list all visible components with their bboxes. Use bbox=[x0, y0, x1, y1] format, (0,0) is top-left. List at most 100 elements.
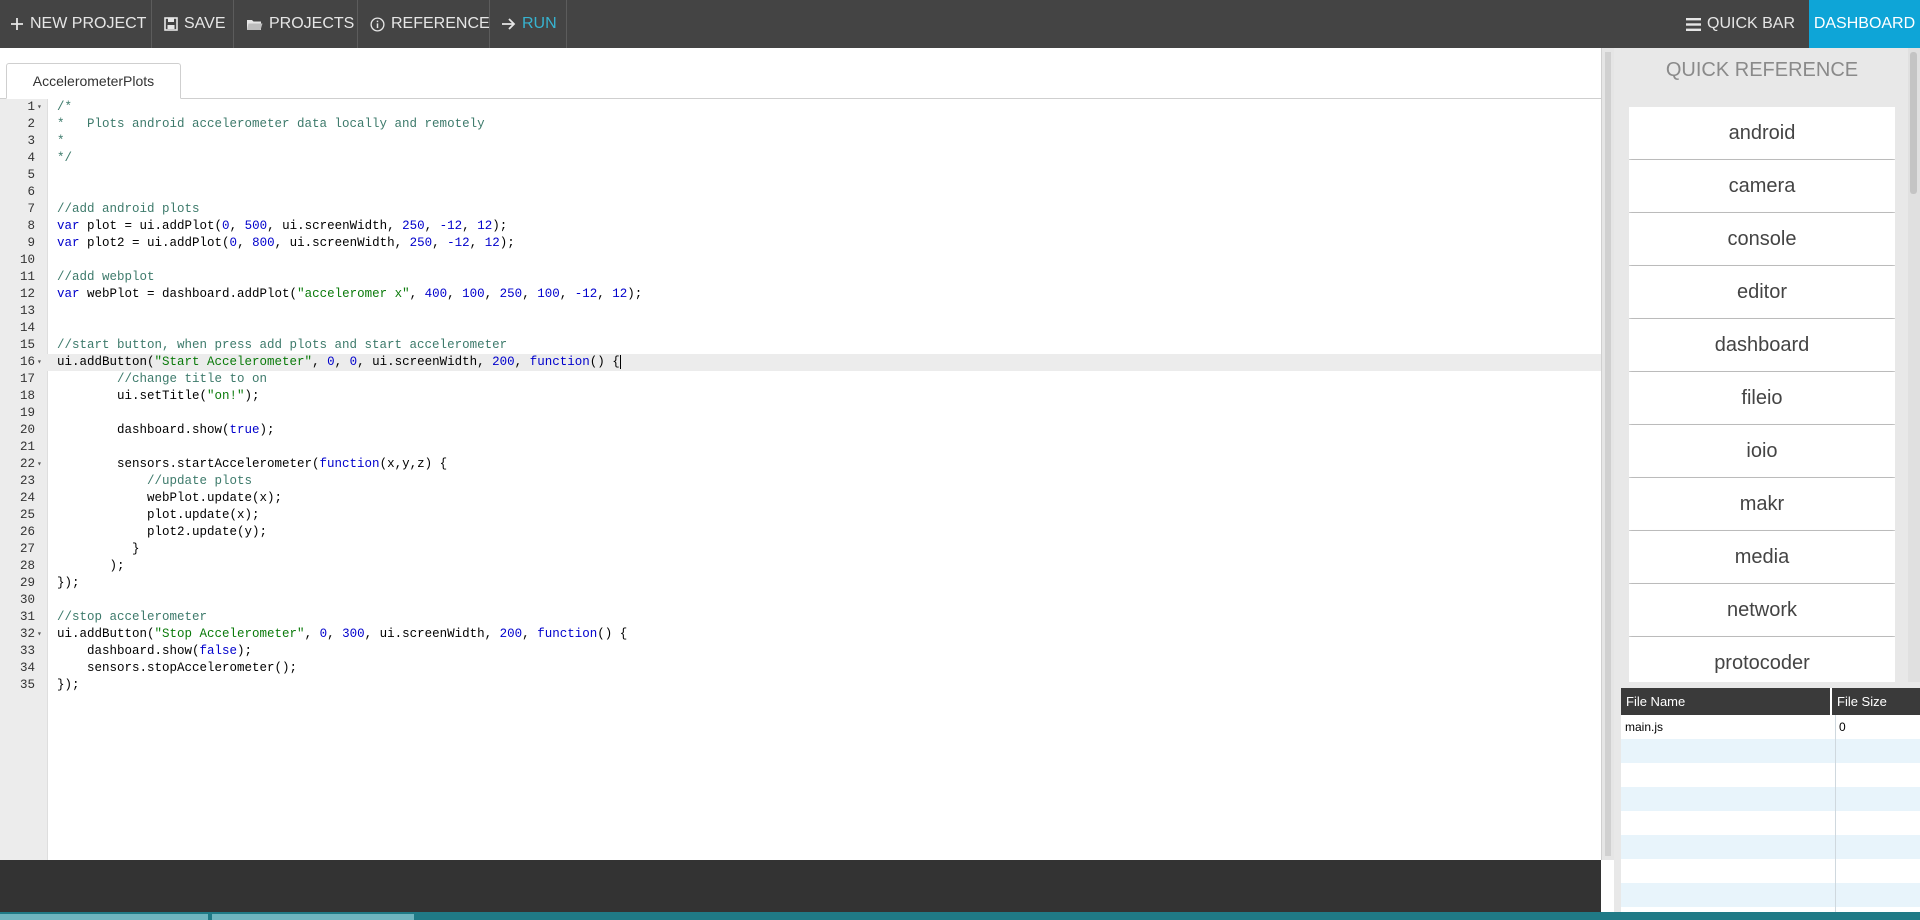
line-number: 17 bbox=[19, 372, 35, 386]
code-line[interactable]: 29}); bbox=[0, 575, 1601, 592]
taskbar-item[interactable] bbox=[212, 914, 414, 920]
line-number: 10 bbox=[19, 253, 35, 267]
reference-item-fileio[interactable]: fileio bbox=[1629, 372, 1895, 424]
code-text: //start button, when press add plots and… bbox=[57, 338, 508, 352]
line-number: 3 bbox=[27, 134, 35, 148]
code-line[interactable]: 19 bbox=[0, 405, 1601, 422]
code-line[interactable]: 1 ▾ /* bbox=[0, 99, 1601, 116]
reference-item-media[interactable]: media bbox=[1629, 531, 1895, 583]
code-line[interactable]: 30 bbox=[0, 592, 1601, 609]
code-line[interactable]: 32 ▾ ui.addButton("Stop Accelerometer", 0,… bbox=[0, 626, 1601, 643]
projects-button[interactable]: PROJECTS bbox=[246, 0, 354, 48]
code-line[interactable]: 7 //add android plots bbox=[0, 201, 1601, 218]
code-line[interactable]: 10 bbox=[0, 252, 1601, 269]
line-number: 29 bbox=[19, 576, 35, 590]
code-line[interactable]: 26 plot2.update(y); bbox=[0, 524, 1601, 541]
code-line[interactable]: 34 sensors.stopAccelerometer(); bbox=[0, 660, 1601, 677]
save-button[interactable]: SAVE bbox=[164, 0, 226, 48]
new-project-button[interactable]: NEW PROJECT bbox=[10, 0, 146, 48]
toolbar-divider bbox=[489, 0, 490, 48]
reference-item-editor[interactable]: editor bbox=[1629, 266, 1895, 318]
reference-item-ioio[interactable]: ioio bbox=[1629, 425, 1895, 477]
code-line[interactable]: 9 var plot2 = ui.addPlot(0, 800, ui.scree… bbox=[0, 235, 1601, 252]
file-table-header: File Name File Size bbox=[1621, 688, 1920, 715]
code-line[interactable]: 3 * bbox=[0, 133, 1601, 150]
code-line[interactable]: 12 var webPlot = dashboard.addPlot("accel… bbox=[0, 286, 1601, 303]
table-row bbox=[1621, 739, 1920, 763]
code-line[interactable]: 21 bbox=[0, 439, 1601, 456]
code-line[interactable]: 22 ▾ sensors.startAccelerometer(function(… bbox=[0, 456, 1601, 473]
code-line[interactable]: 5 bbox=[0, 167, 1601, 184]
table-row[interactable]: main.js 0 bbox=[1621, 715, 1920, 739]
fold-toggle-icon[interactable]: ▾ bbox=[37, 456, 42, 473]
editor-scrollbar-thumb[interactable] bbox=[1605, 52, 1611, 856]
code-line[interactable]: 4 */ bbox=[0, 150, 1601, 167]
quick-reference-scrollbar-thumb[interactable] bbox=[1910, 52, 1917, 194]
code-line[interactable]: 2 * Plots android accelerometer data loca… bbox=[0, 116, 1601, 133]
hamburger-menu-icon bbox=[1686, 17, 1701, 31]
line-number: 27 bbox=[19, 542, 35, 556]
code-line[interactable]: 16 ▾ ui.addButton("Start Accelerometer", 0… bbox=[0, 354, 1601, 371]
reference-button[interactable]: REFERENCE bbox=[370, 0, 490, 48]
code-line[interactable]: 18 ui.setTitle("on!"); bbox=[0, 388, 1601, 405]
code-lines[interactable]: 1 ▾/* 2 * Plots android accelerometer data … bbox=[0, 99, 1601, 694]
code-line[interactable]: 6 bbox=[0, 184, 1601, 201]
run-button[interactable]: RUN bbox=[501, 0, 557, 48]
line-number: 7 bbox=[27, 202, 35, 216]
code-line[interactable]: 24 webPlot.update(x); bbox=[0, 490, 1601, 507]
code-line[interactable]: 11 //add webplot bbox=[0, 269, 1601, 286]
taskbar-item[interactable] bbox=[0, 914, 208, 920]
reference-item-protocoder[interactable]: protocoder bbox=[1629, 637, 1895, 682]
code-line[interactable]: 20 dashboard.show(true); bbox=[0, 422, 1601, 439]
file-name-column-header[interactable]: File Name bbox=[1626, 688, 1685, 715]
line-number: 4 bbox=[27, 151, 35, 165]
fold-toggle-icon[interactable]: ▾ bbox=[37, 99, 42, 116]
line-number: 2 bbox=[27, 117, 35, 131]
reference-item-network[interactable]: network bbox=[1629, 584, 1895, 636]
quick-bar-button[interactable]: QUICK BAR bbox=[1686, 0, 1795, 48]
code-line[interactable]: 35}); bbox=[0, 677, 1601, 694]
code-line[interactable]: 31 //stop accelerometer bbox=[0, 609, 1601, 626]
code-line[interactable]: 8 var plot = ui.addPlot(0, 500, ui.screen… bbox=[0, 218, 1601, 235]
file-tab[interactable]: AccelerometerPlots bbox=[6, 63, 181, 99]
fold-toggle-icon[interactable]: ▾ bbox=[37, 354, 42, 371]
line-number: 34 bbox=[19, 661, 35, 675]
code-line[interactable]: 23 //update plots bbox=[0, 473, 1601, 490]
reference-item-camera[interactable]: camera bbox=[1629, 160, 1895, 212]
line-number: 8 bbox=[27, 219, 35, 233]
toolbar-divider bbox=[151, 0, 152, 48]
code-line[interactable]: 17 //change title to on bbox=[0, 371, 1601, 388]
file-table: File Name File Size main.js 0 bbox=[1621, 688, 1920, 912]
code-text: }); bbox=[57, 678, 80, 692]
table-row bbox=[1621, 763, 1920, 787]
text-cursor bbox=[619, 354, 621, 369]
code-text: //change title to on bbox=[117, 372, 268, 386]
reference-item-makr[interactable]: makr bbox=[1629, 478, 1895, 530]
quick-reference-scrollbar[interactable] bbox=[1908, 48, 1920, 682]
code-line[interactable]: 14 bbox=[0, 320, 1601, 337]
file-tab-label: AccelerometerPlots bbox=[32, 73, 155, 89]
code-line[interactable]: 15 //start button, when press add plots a… bbox=[0, 337, 1601, 354]
code-line[interactable]: 28 ); bbox=[0, 558, 1601, 575]
code-text: //stop accelerometer bbox=[57, 610, 208, 624]
line-number: 30 bbox=[19, 593, 35, 607]
editor-scrollbar[interactable] bbox=[1601, 48, 1615, 860]
reference-item-dashboard[interactable]: dashboard bbox=[1629, 319, 1895, 371]
line-number: 23 bbox=[19, 474, 35, 488]
table-row bbox=[1621, 859, 1920, 883]
code-line[interactable]: 25 plot.update(x); bbox=[0, 507, 1601, 524]
file-size-column-header[interactable]: File Size bbox=[1837, 688, 1887, 715]
editor-tab-strip: AccelerometerPlots bbox=[0, 48, 1601, 99]
new-project-label: NEW PROJECT bbox=[30, 15, 147, 32]
code-line[interactable]: 27 } bbox=[0, 541, 1601, 558]
reference-item-console[interactable]: console bbox=[1629, 213, 1895, 265]
line-number: 33 bbox=[19, 644, 35, 658]
code-line[interactable]: 33 dashboard.show(false); bbox=[0, 643, 1601, 660]
reference-item-android[interactable]: android bbox=[1629, 107, 1895, 159]
code-line[interactable]: 13 bbox=[0, 303, 1601, 320]
plus-icon bbox=[10, 17, 24, 31]
code-text: sensors.stopAccelerometer(); bbox=[57, 661, 298, 675]
dashboard-button[interactable]: DASHBOARD bbox=[1809, 0, 1920, 48]
fold-toggle-icon[interactable]: ▾ bbox=[37, 626, 42, 643]
column-divider bbox=[1830, 688, 1832, 715]
